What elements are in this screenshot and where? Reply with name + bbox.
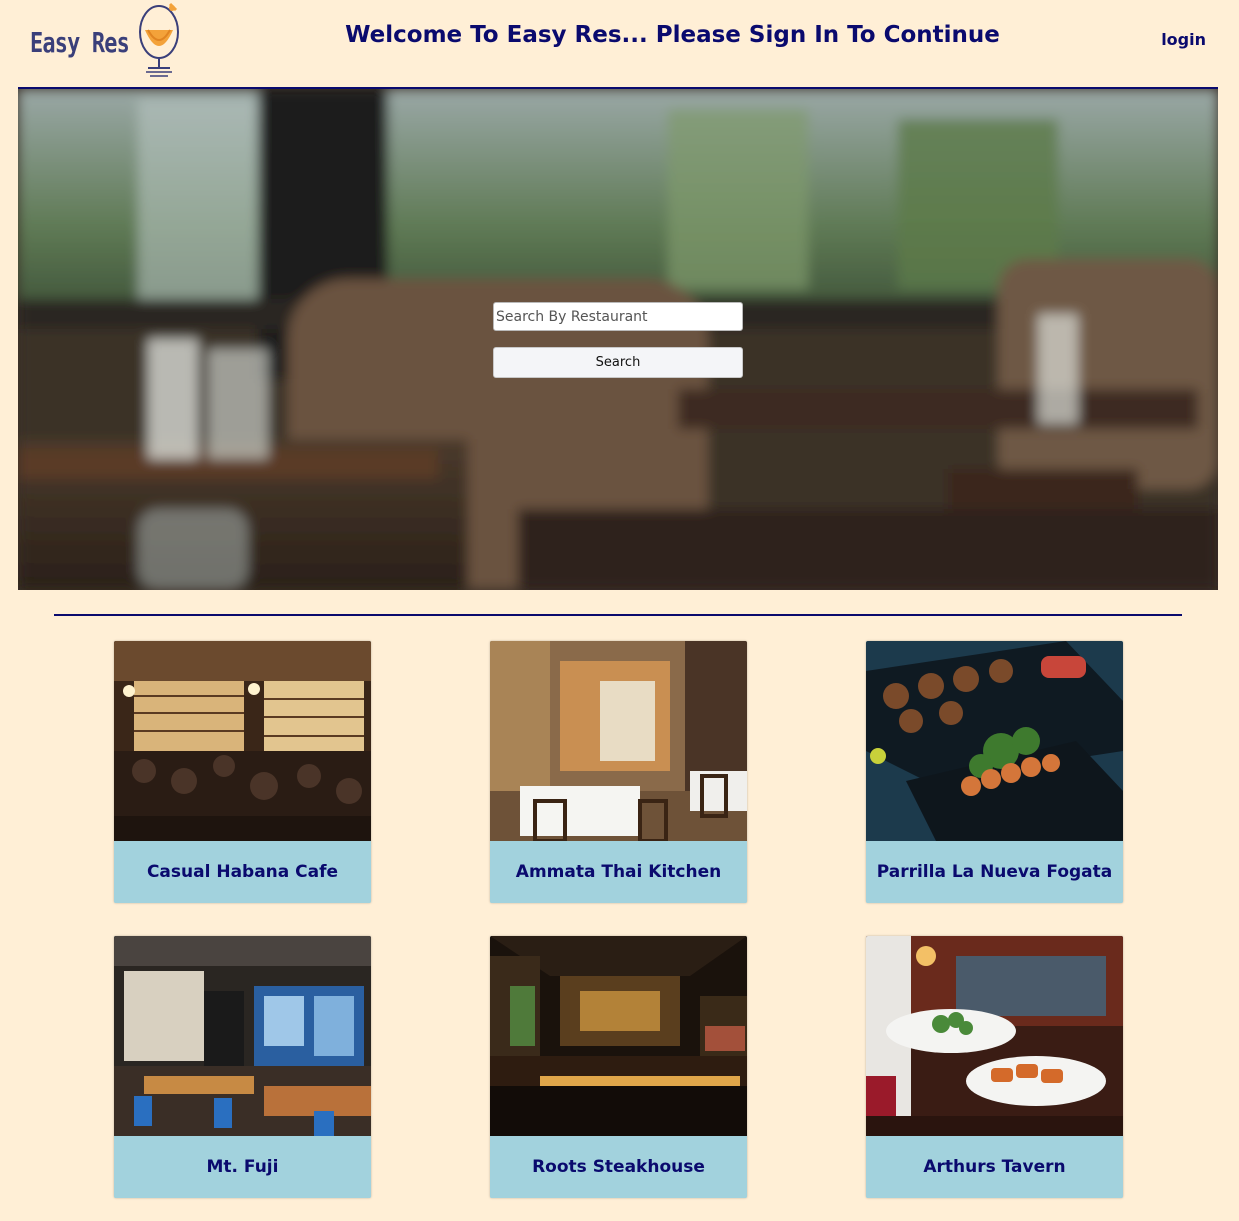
logo-text: Easy Res xyxy=(30,25,130,59)
search-button[interactable]: Search xyxy=(493,347,743,378)
restaurant-card[interactable]: Ammata Thai Kitchen xyxy=(490,641,747,903)
restaurant-name: Parrilla La Nueva Fogata xyxy=(866,841,1123,903)
restaurant-photo xyxy=(490,641,747,841)
section-divider xyxy=(54,614,1182,616)
restaurant-photo xyxy=(114,641,371,841)
restaurant-interior-image xyxy=(18,89,1218,590)
restaurant-card[interactable]: Roots Steakhouse xyxy=(490,936,747,1198)
restaurant-photo xyxy=(866,641,1123,841)
header: Easy Res Welcome To Easy Res... Please S… xyxy=(0,0,1239,88)
restaurant-card[interactable]: Arthurs Tavern xyxy=(866,936,1123,1198)
page-title: Welcome To Easy Res... Please Sign In To… xyxy=(345,22,1000,48)
restaurant-photo xyxy=(490,936,747,1136)
restaurant-name: Ammata Thai Kitchen xyxy=(490,841,747,903)
login-link[interactable]: login xyxy=(1161,30,1206,49)
restaurant-name: Roots Steakhouse xyxy=(490,1136,747,1198)
restaurant-card[interactable]: Mt. Fuji xyxy=(114,936,371,1198)
hero-banner: Search xyxy=(18,89,1218,590)
restaurant-photo xyxy=(114,936,371,1136)
restaurant-photo xyxy=(866,936,1123,1136)
restaurant-name: Casual Habana Cafe xyxy=(114,841,371,903)
restaurant-card[interactable]: Casual Habana Cafe xyxy=(114,641,371,903)
logo[interactable]: Easy Res xyxy=(30,2,190,77)
restaurant-name: Arthurs Tavern xyxy=(866,1136,1123,1198)
cocktail-glass-icon xyxy=(139,2,179,77)
search-input[interactable] xyxy=(493,302,743,331)
restaurant-card[interactable]: Parrilla La Nueva Fogata xyxy=(866,641,1123,903)
restaurant-name: Mt. Fuji xyxy=(114,1136,371,1198)
